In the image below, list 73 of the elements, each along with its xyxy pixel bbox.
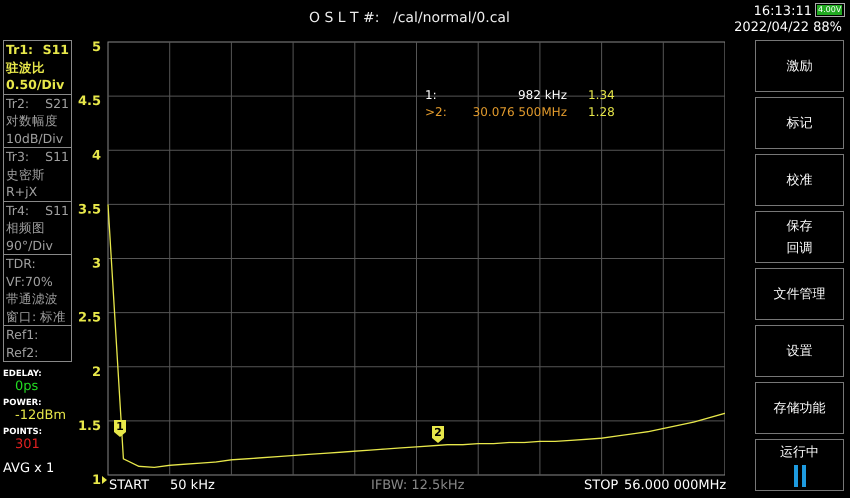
trace-format: 90°/Div xyxy=(6,236,54,254)
stop-frequency: 56.000 000MHz xyxy=(624,478,726,493)
pause-icon xyxy=(792,465,808,487)
marker-flag[interactable]: 1 xyxy=(114,420,126,437)
reference-label: Ref1: xyxy=(6,326,40,344)
y-axis-tick-label: 2 xyxy=(92,364,101,380)
reference-level-icon xyxy=(102,476,107,484)
start-frequency: 50 kHz xyxy=(170,478,215,493)
status-value: -12dBm xyxy=(15,408,66,423)
menu-button[interactable]: 文件管理 xyxy=(755,268,844,320)
trace-format: R+jX xyxy=(6,183,38,200)
y-axis-tick-label: 2.5 xyxy=(78,310,101,326)
y-axis-tick-label: 3.5 xyxy=(78,202,101,218)
y-axis-tick-label: 4 xyxy=(92,148,101,164)
status-label: EDELAY: xyxy=(3,369,42,379)
trace-parameter: S11 xyxy=(45,148,69,166)
battery-percent: 88% xyxy=(813,20,842,35)
trace-format: 0.50/Div xyxy=(6,76,66,94)
trace-format: 史密斯 xyxy=(6,166,46,183)
trace-name: Tr3: xyxy=(6,148,30,166)
marker-value: 1.28 xyxy=(587,105,616,119)
battery-voltage: 4.00V xyxy=(817,5,842,15)
status-value: 301 xyxy=(15,437,40,452)
stop-label: STOP xyxy=(584,478,618,493)
tdr-setting: 带通滤波 xyxy=(6,290,59,308)
average-count: AVG x 1 xyxy=(3,461,54,476)
trace-parameter: S11 xyxy=(42,41,69,58)
reference-panel[interactable]: Ref1: Ref2: xyxy=(3,325,72,362)
if-bandwidth: IFBW: 12.5kHz xyxy=(371,478,464,493)
marker-flag[interactable]: 2 xyxy=(432,426,444,443)
date: 2022/04/22 xyxy=(734,20,809,35)
menu-button[interactable]: 标记 xyxy=(755,97,844,149)
marker-value: 1.34 xyxy=(587,88,616,102)
marker-frequency: 982 kHz xyxy=(517,88,567,102)
tdr-panel[interactable]: TDR: VF:70% 带通滤波 窗口: 标准 xyxy=(3,254,72,326)
clock-time: 16:13:11 xyxy=(754,4,812,19)
y-axis-tick-label: 4.5 xyxy=(78,94,101,110)
oslt-label: O S L T #: xyxy=(309,10,380,26)
reference-label: Ref2: xyxy=(6,344,40,361)
trace-format: 对数幅度 xyxy=(6,112,59,130)
status-value: 0ps xyxy=(15,379,38,394)
menu-button[interactable]: 保存 回调 xyxy=(755,211,844,263)
tdr-setting: TDR: xyxy=(6,255,37,272)
y-axis-tick-label: 3 xyxy=(92,256,101,272)
status-label: POINTS: xyxy=(3,427,42,437)
trace-format: 10dB/Div xyxy=(6,130,64,147)
trace-parameter: S11 xyxy=(45,202,69,219)
menu-button[interactable]: 存储功能 xyxy=(755,382,844,434)
run-button[interactable]: 运行中 xyxy=(755,439,844,491)
menu-button[interactable]: 激励 xyxy=(755,40,844,92)
menu-button[interactable]: 设置 xyxy=(755,325,844,377)
menu-button[interactable]: 校准 xyxy=(755,154,844,206)
trace-panel[interactable]: Tr4: S11 相频图 90°/Div xyxy=(3,200,72,255)
status-label: POWER: xyxy=(3,398,42,408)
marker-label: 1: xyxy=(425,88,438,102)
marker-frequency: 30.076 500MHz xyxy=(472,105,567,119)
y-axis-tick-label: 5 xyxy=(92,40,101,55)
start-label: START xyxy=(109,478,150,493)
trace-format: 驻波比 xyxy=(6,58,46,76)
trace-name: Tr1: xyxy=(6,41,34,58)
trace-format: 相频图 xyxy=(6,219,46,236)
y-axis-tick-label: 1 xyxy=(92,473,101,488)
trace-panel[interactable]: Tr1: S11 驻波比 0.50/Div xyxy=(3,40,72,94)
tdr-setting: 窗口: 标准 xyxy=(6,308,68,325)
trace-panel[interactable]: Tr3: S11 史密斯 R+jX xyxy=(3,147,72,202)
trace-parameter: S21 xyxy=(45,94,69,112)
trace-panel[interactable]: Tr2: S21 对数幅度 10dB/Div xyxy=(3,94,72,148)
marker-label: >2: xyxy=(425,105,448,119)
tdr-setting: VF:70% xyxy=(6,272,54,290)
y-axis-tick-label: 1.5 xyxy=(78,418,101,434)
calibration-file-path: /cal/normal/0.cal xyxy=(393,10,510,26)
trace-name: Tr4: xyxy=(6,202,30,219)
trace-name: Tr2: xyxy=(6,94,30,112)
